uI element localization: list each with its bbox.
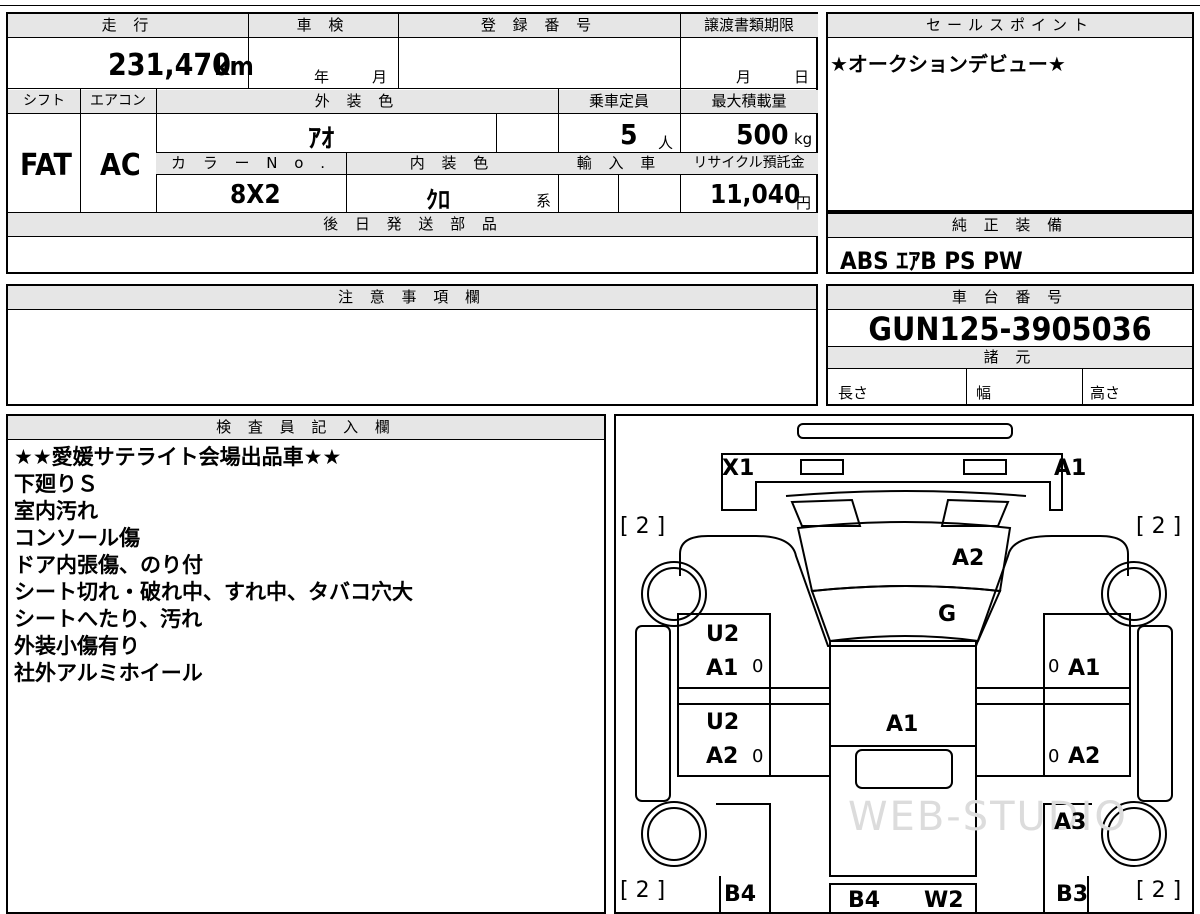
- shift-value: FAT: [20, 148, 72, 183]
- equipment-label: 純 正 装 備: [828, 214, 1192, 238]
- mark-hood: A2: [952, 546, 985, 571]
- inspection-month-unit: 月: [372, 68, 388, 86]
- mark-zero-rr: 0: [1048, 746, 1060, 767]
- interior-value: ｸﾛ: [426, 186, 450, 214]
- exterior-value: ｱｵ: [308, 124, 335, 154]
- mark-front-door-right: A1: [1068, 656, 1101, 681]
- mark-rear-door-right: A2: [1068, 744, 1101, 769]
- recycle-value: 11,040: [710, 180, 801, 210]
- remark-line: シートへたり、汚れ: [14, 607, 203, 631]
- import-label: 輸 入 車: [558, 153, 680, 175]
- maxload-value: 500: [736, 118, 789, 151]
- mark-tire-fr: [ 2 ]: [1136, 514, 1182, 539]
- equipment-box: 純 正 装 備 ABS ｴｱB PS PW: [826, 212, 1194, 275]
- sales-point-text: ★オークションデビュー★: [830, 52, 1066, 76]
- aircon-label: エアコン: [80, 90, 156, 114]
- equipment-text: ABS ｴｱB PS PW: [840, 247, 1023, 275]
- remark-line: ★★愛媛サテライト会場出品車★★: [14, 445, 342, 469]
- chassis-label: 車 台 番 号: [828, 286, 1192, 310]
- inspection-label: 車 検: [248, 14, 398, 38]
- shift-label: シフト: [8, 90, 80, 114]
- mark-roof: A1: [886, 712, 919, 737]
- aircon-value: AC: [100, 148, 141, 183]
- capacity-label: 乗車定員: [558, 90, 680, 114]
- mark-rear-fender-right: A3: [1054, 810, 1087, 835]
- mileage-unit: km: [214, 52, 254, 82]
- mark-tire-fl: [ 2 ]: [620, 514, 666, 539]
- inspector-label: 検 査 員 記 入 欄: [8, 416, 604, 440]
- mileage-label: 走 行: [8, 14, 248, 38]
- mark-front-right: A1: [1054, 456, 1087, 481]
- recycle-label: リサイクル預託金: [680, 153, 818, 175]
- mark-tire-rr: [ 2 ]: [1136, 878, 1182, 903]
- later-parts-label: 後 日 発 送 部 品: [8, 213, 818, 237]
- interior-label: 内 装 色: [346, 153, 558, 175]
- sales-point-box: セールスポイント ★オークションデビュー★: [826, 12, 1194, 212]
- deadline-day-unit: 日: [794, 68, 810, 86]
- mark-rear-center-2: W2: [924, 888, 964, 913]
- inspector-box: 検 査 員 記 入 欄 ★★愛媛サテライト会場出品車★★ 下廻りＳ 室内汚れ コ…: [6, 414, 606, 914]
- remark-line: 社外アルミホイール: [14, 661, 203, 685]
- remark-line: ドア内張傷、のり付: [14, 553, 203, 577]
- vehicle-info-table: 走 行 車 検 登 録 番 号 譲渡書類期限 231,470 km 年 月 月 …: [6, 12, 818, 274]
- sales-point-label: セールスポイント: [828, 14, 1192, 38]
- specs-label: 諸 元: [828, 347, 1192, 369]
- interior-unit: 系: [536, 192, 552, 210]
- mark-tire-rl: [ 2 ]: [620, 878, 666, 903]
- mark-zero-lf: 0: [752, 656, 764, 677]
- colorno-value: 8X2: [230, 180, 281, 210]
- mileage-value: 231,470: [108, 48, 231, 83]
- notes-box: 注 意 事 項 欄: [6, 284, 818, 406]
- deadline-month-unit: 月: [736, 68, 752, 86]
- car-damage-diagram: WEB-STUDIO X1 A1 [ 2 ] [ 2 ] A2 G U2 A1 …: [614, 414, 1194, 914]
- inspector-remarks: ★★愛媛サテライト会場出品車★★ 下廻りＳ 室内汚れ コンソール傷 ドア内張傷、…: [14, 444, 413, 687]
- mark-rear-door-left-1: U2: [706, 710, 740, 735]
- remark-line: 下廻りＳ: [14, 472, 98, 496]
- colorno-label: カ ラ ー N o .: [156, 153, 346, 175]
- deadline-label: 譲渡書類期限: [680, 14, 818, 38]
- mark-rear-center-1: B4: [848, 888, 881, 913]
- capacity-value: 5: [620, 118, 638, 151]
- mark-front-door-left-1: U2: [706, 622, 740, 647]
- chassis-box: 車 台 番 号 GUN125-3905036 諸 元 長さ 幅 高さ: [826, 284, 1194, 406]
- top-edge-strip: [0, 0, 1200, 6]
- reg-number-label: 登 録 番 号: [398, 14, 680, 38]
- width-label: 幅: [976, 384, 992, 402]
- remark-line: シート切れ・破れ中、すれ中、タバコ穴大: [14, 580, 413, 604]
- mark-zero-rf: 0: [1048, 656, 1060, 677]
- notes-label: 注 意 事 項 欄: [8, 286, 816, 310]
- mark-front-left: X1: [722, 456, 755, 481]
- length-label: 長さ: [838, 384, 869, 402]
- capacity-unit: 人: [658, 134, 674, 152]
- recycle-unit: 円: [796, 194, 812, 212]
- mark-rear-door-left-2: A2: [706, 744, 739, 769]
- maxload-label: 最大積載量: [680, 90, 818, 114]
- mark-windshield: G: [938, 602, 957, 627]
- remark-line: 室内汚れ: [14, 499, 98, 523]
- height-label: 高さ: [1090, 384, 1121, 402]
- remark-line: コンソール傷: [14, 526, 140, 550]
- remark-line: 外装小傷有り: [14, 634, 140, 658]
- mark-zero-lr: 0: [752, 746, 764, 767]
- mark-rear-left: B4: [724, 882, 757, 907]
- mark-rear-right: B3: [1056, 882, 1089, 907]
- inspection-year-unit: 年: [314, 68, 330, 86]
- maxload-unit: kg: [794, 130, 813, 148]
- mark-front-door-left-2: A1: [706, 656, 739, 681]
- chassis-number: GUN125-3905036: [868, 310, 1152, 348]
- exterior-label: 外 装 色: [156, 90, 558, 114]
